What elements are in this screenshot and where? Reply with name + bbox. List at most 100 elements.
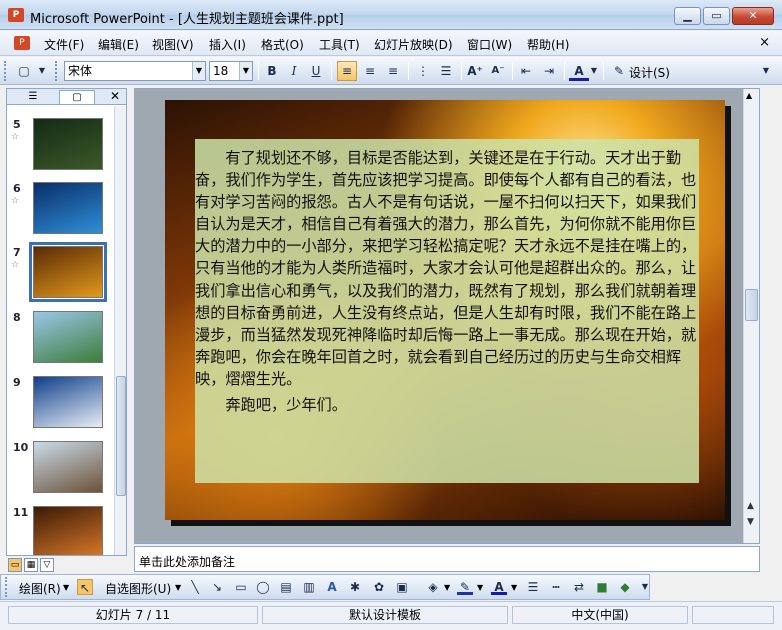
slide-thumbnail-image[interactable] — [33, 376, 103, 428]
slide-thumbnail-image[interactable] — [33, 311, 103, 363]
decrease-indent-button[interactable]: ⇤ — [516, 61, 536, 81]
font-color-dropdown[interactable]: ▼ — [589, 61, 599, 81]
align-center-button[interactable]: ≡ — [360, 61, 380, 81]
clipart-button[interactable]: ✿ — [371, 579, 387, 595]
document-close-button[interactable]: × — [759, 35, 770, 50]
italic-button[interactable]: I — [284, 61, 304, 81]
previous-slide-button[interactable]: ▲ — [747, 501, 754, 511]
slide-number: 10 — [13, 441, 29, 454]
toolbar-options-button[interactable]: ▼ — [760, 61, 772, 81]
slide-thumbnail[interactable]: 10 — [7, 441, 114, 501]
pane-close-button[interactable]: ✕ — [110, 89, 120, 103]
slide-thumbnail[interactable]: 8 — [7, 311, 114, 371]
animation-star-icon: ☆ — [11, 196, 20, 206]
line-button[interactable]: ╲ — [187, 579, 203, 595]
font-name-combo[interactable]: 宋体 ▼ — [64, 61, 206, 81]
wordart-button[interactable]: A — [324, 579, 340, 595]
pointer-icon: ↖ — [79, 581, 91, 595]
menu-file[interactable]: 文件(F) — [44, 36, 84, 53]
3d-style-button[interactable]: ◆ — [617, 579, 633, 595]
slides-icon: ▢ — [72, 92, 82, 103]
toolbar-grip[interactable] — [4, 61, 8, 81]
menu-window[interactable]: 窗口(W) — [467, 36, 512, 53]
font-color-button[interactable]: A — [569, 61, 589, 81]
align-right-button[interactable]: ≡ — [383, 61, 403, 81]
arrow-style-button[interactable]: ⇄ — [571, 579, 587, 595]
line-style-button[interactable]: ☰ — [525, 579, 541, 595]
decrease-font-button[interactable]: A⁻ — [488, 61, 508, 81]
picture-button[interactable]: ▣ — [394, 579, 410, 595]
numbering-button[interactable]: ⋮ — [413, 61, 433, 81]
autoshapes-button[interactable]: 自选图形(U) — [105, 580, 171, 597]
slide-sorter-button[interactable]: ▦ — [24, 558, 38, 572]
toolbar-grip[interactable] — [5, 577, 9, 597]
slide-thumbnail-image[interactable] — [29, 242, 107, 302]
outline-icon: ☰ — [28, 91, 38, 102]
oval-button[interactable]: ◯ — [255, 579, 271, 595]
slides-pane-scrollbar[interactable] — [114, 106, 126, 555]
arrow-style-icon: ⇄ — [573, 580, 585, 594]
vertical-textbox-button[interactable]: ▥ — [301, 579, 317, 595]
slide-body-paragraph: 有了规划还不够，目标是否能达到，关键还是在于行动。天才出于勤奋，我们作为学生，首… — [195, 149, 697, 388]
slide-thumbnail-image[interactable] — [33, 506, 103, 555]
align-left-button[interactable]: ≡ — [337, 61, 357, 81]
scroll-up-icon[interactable]: ▲ — [746, 91, 752, 100]
draw-menu-button[interactable]: 绘图(R) — [19, 580, 61, 597]
slide-scrollbar[interactable]: ▲ ▲ ▼ — [743, 89, 759, 543]
slide-thumbnail[interactable]: 11 — [7, 506, 114, 555]
maximize-button[interactable]: ▭ — [703, 7, 730, 25]
bullets-button[interactable]: ☰ — [436, 61, 456, 81]
shadow-style-button[interactable]: ■ — [594, 579, 610, 595]
menu-help[interactable]: 帮助(H) — [527, 36, 569, 53]
menu-format[interactable]: 格式(O) — [261, 36, 304, 53]
document-icon[interactable]: P — [14, 36, 30, 50]
menu-tools[interactable]: 工具(T) — [319, 36, 360, 53]
slide-thumbnail[interactable]: 9 — [7, 376, 114, 436]
outline-tab[interactable]: ☰ — [15, 90, 51, 104]
toolbar-options-button[interactable]: ▼ — [641, 579, 649, 595]
new-document-icon: ▢ — [18, 64, 30, 78]
notes-pane[interactable]: 单击此处添加备注 — [134, 546, 760, 572]
current-slide[interactable]: 有了规划还不够，目标是否能达到，关键还是在于行动。天才出于勤奋，我们作为学生，首… — [165, 100, 725, 520]
scrollbar-thumb[interactable] — [116, 376, 126, 496]
line-color-button[interactable]: ✎ — [457, 579, 473, 595]
close-button[interactable]: ✕ — [732, 7, 774, 25]
increase-font-button[interactable]: A⁺ — [465, 61, 485, 81]
menu-view[interactable]: 视图(V) — [152, 36, 194, 53]
increase-indent-button[interactable]: ⇥ — [539, 61, 559, 81]
textbox-button[interactable]: ▤ — [278, 579, 294, 595]
new-document-button[interactable]: ▢ — [14, 61, 34, 81]
powerpoint-icon[interactable]: P — [8, 8, 24, 22]
dash-style-icon: ┅ — [552, 580, 560, 594]
design-button[interactable]: 设计(S) — [629, 64, 670, 81]
normal-view-button[interactable]: ▭ — [8, 558, 22, 572]
menu-slideshow[interactable]: 幻灯片放映(D) — [374, 36, 453, 53]
toolbar-options-button[interactable]: ▼ — [36, 61, 48, 81]
dash-style-button[interactable]: ┅ — [548, 579, 564, 595]
diagram-button[interactable]: ✱ — [347, 579, 363, 595]
minimize-button[interactable]: ▁ — [674, 7, 701, 25]
select-objects-button[interactable]: ↖ — [77, 579, 93, 595]
slide-thumbnail[interactable]: 6 ☆ — [7, 182, 114, 242]
bold-button[interactable]: B — [262, 61, 282, 81]
toolbar-grip[interactable] — [55, 61, 59, 81]
scrollbar-thumb[interactable] — [745, 289, 758, 321]
font-size-combo[interactable]: 18 ▼ — [209, 61, 253, 81]
slide-text-box[interactable]: 有了规划还不够，目标是否能达到，关键还是在于行动。天才出于勤奋，我们作为学生，首… — [195, 139, 699, 483]
slides-tab[interactable]: ▢ — [59, 90, 95, 104]
menu-edit[interactable]: 编辑(E) — [98, 36, 139, 53]
arrow-button[interactable]: ↘ — [209, 579, 225, 595]
slide-thumbnail[interactable]: 5 ☆ — [7, 118, 114, 178]
slideshow-button[interactable]: ▽ — [40, 558, 54, 572]
slide-thumbnail-image[interactable] — [33, 182, 103, 234]
fill-color-button[interactable]: ◈ — [425, 579, 441, 595]
next-slide-button[interactable]: ▼ — [747, 517, 754, 527]
menu-insert[interactable]: 插入(I) — [209, 36, 246, 53]
slide-thumbnail[interactable]: 7 ☆ — [7, 242, 114, 306]
underline-button[interactable]: U — [306, 61, 326, 81]
slide-thumbnail-image[interactable] — [33, 118, 103, 170]
slide-thumbnail-image[interactable] — [33, 441, 103, 493]
slide-thumbnails: 5 ☆ 6 ☆ 7 ☆ 8 9 10 11 — [7, 106, 114, 555]
rectangle-button[interactable]: ▭ — [233, 579, 249, 595]
draw-font-color-button[interactable]: A — [491, 579, 507, 595]
